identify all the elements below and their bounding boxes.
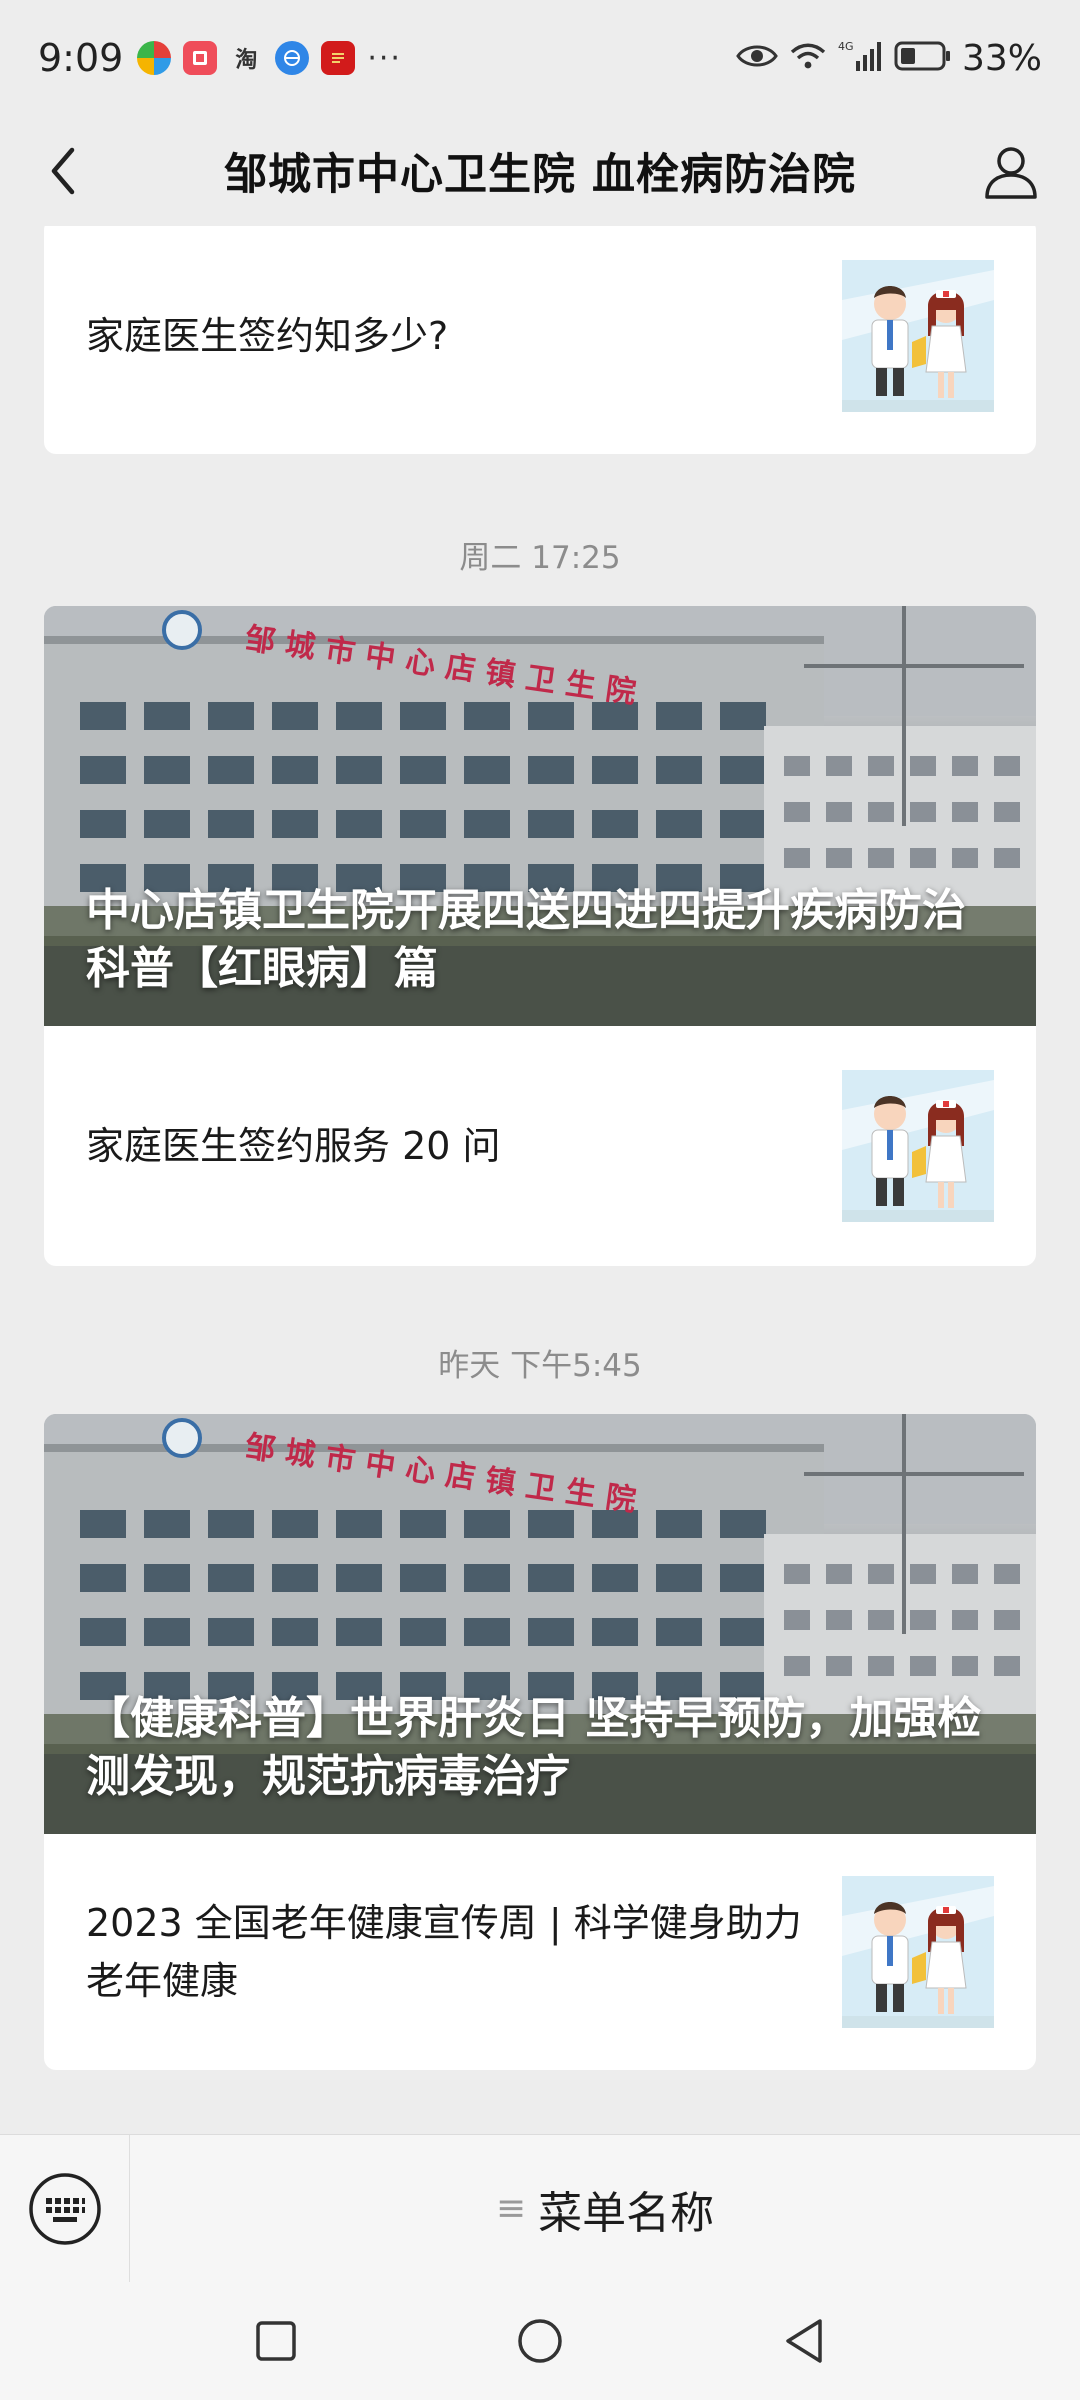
page-title: 邹城市中心卫生院 血栓病防治院 [224,150,856,200]
menu-item[interactable]: ≡ 菜单名称 [130,2177,1080,2241]
system-back-button[interactable] [774,2311,834,2371]
red-book-app-icon [183,41,218,75]
pinwheel-app-icon [137,41,172,75]
cover-article[interactable]: 邹 城 市 中 心 店 镇 卫 生 院 中心店镇卫生院开展四送四进四提升疾病防治… [44,606,1036,1026]
doctor-nurse-thumbnail [842,1070,994,1222]
triangle-back-icon [786,2319,822,2363]
status-right: 4G 33% [726,38,1042,79]
menu-lines-icon: ≡ [495,2188,527,2229]
recent-apps-button[interactable] [246,2311,306,2371]
battery-percent: 33% [961,37,1042,79]
cover-title: 中心店镇卫生院开展四送四进四提升疾病防治科普【红眼病】篇 [86,885,966,994]
eye-icon [736,41,778,75]
keyboard-icon [28,2172,101,2245]
network-type-label: 4G [838,40,854,53]
square-icon [256,2321,296,2361]
status-time: 9:09 [38,36,124,80]
article-row[interactable]: 家庭医生签约服务 20 问 [44,1026,1036,1266]
message-timestamp: 周二 17:25 [459,540,621,576]
article-card[interactable]: 家庭医生签约知多少? [44,226,1036,454]
article-title: 2023 全国老年健康宣传周 | 科学健身助力老年健康 [86,1901,802,2003]
home-button[interactable] [510,2311,570,2371]
battery-icon [894,40,952,76]
message-feed[interactable]: 家庭医生签约知多少? 周二 17:25 邹 城 市 中 心 店 镇 卫 生 院 … [0,226,1080,2134]
article-card[interactable]: 邹 城 市 中 心 店 镇 卫 生 院 中心店镇卫生院开展四送四进四提升疾病防治… [44,606,1036,1266]
doctor-nurse-thumbnail [842,1876,994,2028]
taobao-app-icon: 淘 [235,48,258,73]
menu-item-label: 菜单名称 [538,2187,715,2239]
chevron-left-icon [51,147,75,195]
circle-icon [518,2319,562,2363]
cover-article[interactable]: 邹 城 市 中 心 店 镇 卫 生 院 【健康科普】世界肝炎日 坚持早预防，加强… [44,1414,1036,1834]
official-account-menu: ≡ 菜单名称 [0,2134,1080,2283]
status-bar: 9:09 淘 ··· 4G 33% [0,0,1080,116]
profile-button[interactable] [978,138,1044,204]
article-card[interactable]: 邹 城 市 中 心 店 镇 卫 生 院 【健康科普】世界肝炎日 坚持早预防，加强… [44,1414,1036,2070]
status-left: 9:09 淘 ··· [38,36,402,80]
article-row[interactable]: 家庭医生签约知多少? [44,226,1036,454]
nav-bar: 邹城市中心卫生院 血栓病防治院 [0,116,1080,226]
cover-title: 【健康科普】世界肝炎日 坚持早预防，加强检测发现，规范抗病毒治疗 [86,1693,982,1802]
keyboard-toggle-button[interactable] [0,2134,130,2283]
message-timestamp: 昨天 下午5:45 [438,1348,642,1384]
article-title: 家庭医生签约服务 20 问 [86,1124,501,1168]
overflow-notifications: ··· [367,40,402,76]
red-news-app-icon [321,41,356,75]
article-row[interactable]: 2023 全国老年健康宣传周 | 科学健身助力老年健康 [44,1834,1036,2070]
blue-globe-app-icon [275,41,310,75]
user-icon [985,147,1037,199]
wifi-icon [788,40,828,76]
system-navigation-bar [0,2282,1080,2400]
signal-icon: 4G [838,39,884,77]
article-title: 家庭医生签约知多少? [86,314,449,358]
back-button[interactable] [30,138,96,204]
doctor-nurse-thumbnail [842,260,994,412]
